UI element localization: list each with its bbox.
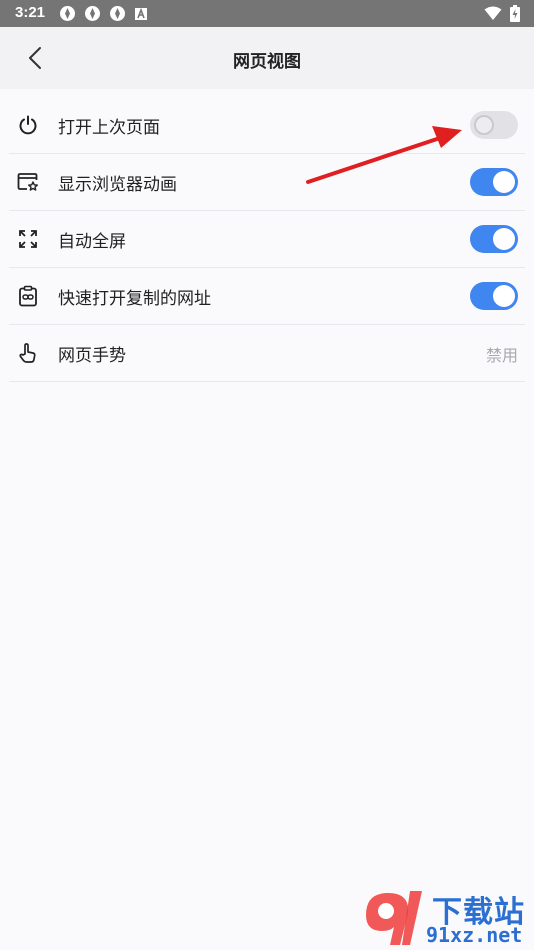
status-bar: 3:21 bbox=[0, 0, 534, 27]
setting-label: 快速打开复制的网址 bbox=[58, 289, 211, 309]
browser-star-icon bbox=[17, 173, 38, 191]
setting-label: 自动全屏 bbox=[58, 232, 126, 252]
toggle-knob bbox=[493, 285, 515, 307]
setting-label: 打开上次页面 bbox=[58, 118, 160, 138]
wifi-icon bbox=[484, 6, 502, 20]
clipboard-link-icon bbox=[19, 285, 37, 307]
toggle-knob bbox=[493, 171, 515, 193]
setting-web-gestures[interactable]: 网页手势 禁用 bbox=[9, 325, 525, 382]
web-gestures-value: 禁用 bbox=[485, 346, 518, 365]
page-title: 网页视图 bbox=[233, 52, 301, 72]
a-square-icon bbox=[135, 7, 147, 20]
power-icon bbox=[19, 115, 37, 135]
quick-open-url-toggle[interactable] bbox=[470, 282, 518, 310]
app-notification-icon bbox=[60, 6, 75, 21]
status-left-icons bbox=[59, 5, 148, 22]
setting-auto-fullscreen[interactable]: 自动全屏 bbox=[9, 211, 525, 268]
setting-quick-open-copied-url[interactable]: 快速打开复制的网址 bbox=[9, 268, 525, 325]
toggle-knob bbox=[474, 115, 494, 135]
watermark-url: 91xz.net bbox=[426, 923, 523, 947]
setting-label: 显示浏览器动画 bbox=[58, 175, 177, 195]
app-bar: 网页视图 bbox=[0, 27, 534, 89]
toggle-knob bbox=[493, 228, 515, 250]
browser-animation-toggle[interactable] bbox=[470, 168, 518, 196]
open-last-page-toggle[interactable] bbox=[470, 111, 518, 139]
status-time: 3:21 bbox=[15, 4, 46, 21]
battery-icon bbox=[510, 5, 520, 22]
app-notification-icon bbox=[110, 6, 125, 21]
setting-open-last-page[interactable]: 打开上次页面 bbox=[9, 97, 525, 154]
setting-label: 网页手势 bbox=[58, 346, 126, 366]
watermark-logo: 下载站 91xz.net bbox=[360, 885, 530, 947]
app-notification-icon bbox=[85, 6, 100, 21]
fullscreen-icon bbox=[19, 230, 37, 248]
gesture-hand-icon bbox=[19, 343, 36, 363]
auto-fullscreen-toggle[interactable] bbox=[470, 225, 518, 253]
status-right-icons bbox=[484, 5, 520, 22]
setting-show-browser-animation[interactable]: 显示浏览器动画 bbox=[9, 154, 525, 211]
settings-list: 打开上次页面 显示浏览器动画 自动全屏 快速打开复制的网址 网页手势 禁用 bbox=[0, 97, 534, 382]
watermark-logo-icon bbox=[366, 891, 422, 945]
